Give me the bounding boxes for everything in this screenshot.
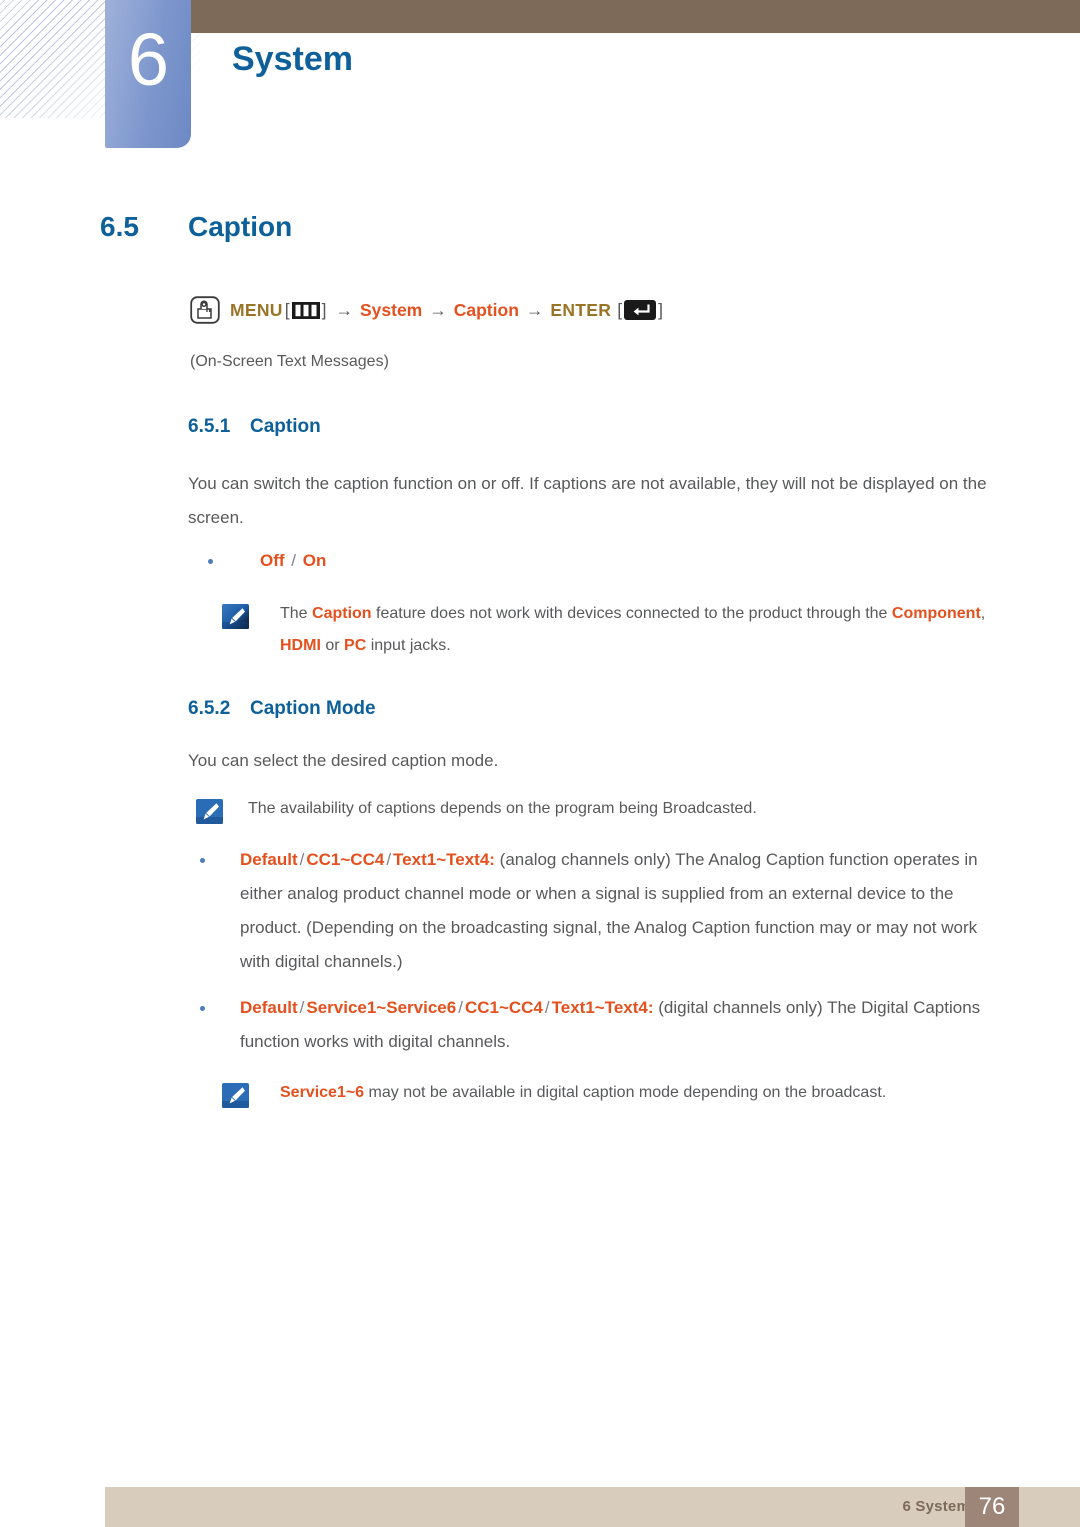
section-title: Caption	[188, 211, 293, 242]
bracket-open: [	[284, 300, 290, 320]
note-keyword-pc: PC	[344, 637, 367, 654]
menu-button-label: MENU	[230, 300, 283, 320]
keyword-default-2: Default	[240, 998, 298, 1017]
section-subcaption: (On-Screen Text Messages)	[190, 353, 389, 370]
note-seg: or	[320, 637, 345, 654]
subsection-number-651: 6.5.1	[188, 416, 231, 437]
note-keyword-caption: Caption	[312, 605, 372, 622]
keyword-text1text4-2: Text1~Text4	[551, 998, 648, 1017]
page-footer: 6 System 76	[105, 1487, 1080, 1527]
option-list-item-onoff: Off / On	[208, 544, 1008, 578]
path-step-caption: Caption	[453, 300, 519, 320]
keyword-default: Default	[240, 850, 298, 869]
kw-sep: /	[544, 998, 550, 1017]
note-text-3: Service1~6 may not be available in digit…	[280, 1084, 886, 1101]
note-block-service-availability: Service1~6 may not be available in digit…	[222, 1077, 1008, 1109]
menu-bars-icon	[291, 301, 320, 319]
kw-sep: /	[386, 850, 392, 869]
bullet-analog-caption: Default / CC1~CC4/Text1~Text4: (analog cha…	[200, 843, 1008, 979]
keyword-service1service6: Service1~Service6	[306, 998, 457, 1017]
note-text-2: The availability of captions depends on …	[248, 800, 757, 817]
footer-page-number: 76	[965, 1487, 1019, 1527]
chapter-number: 6	[127, 18, 169, 101]
note-pencil-icon	[222, 604, 249, 629]
page-header: 6 System	[0, 0, 1080, 160]
keyword-text1text4: Text1~Text4	[393, 850, 490, 869]
subsection-number-652: 6.5.2	[188, 698, 231, 719]
note-block-availability: The availability of captions depends on …	[196, 793, 1008, 825]
menu-navigation-path: MENU [ ] → System → Caption → ENTER [ ]	[190, 296, 1080, 324]
path-arrow-3: →	[525, 300, 544, 320]
section-heading: 6.5 Caption	[100, 210, 1080, 244]
page-content: 6.5 Caption MENU [ ] → System → Caption …	[0, 160, 1080, 1109]
paragraph-652: You can select the desired caption mode.	[188, 751, 499, 770]
kw-sep: /	[458, 998, 463, 1017]
path-arrow-2: →	[429, 300, 447, 320]
note-pencil-icon	[222, 1083, 249, 1108]
bracket-close: ]	[321, 300, 327, 320]
subsection-heading-652: 6.5.2 Caption Mode	[188, 696, 1080, 722]
keyword-cc1cc4: CC1~CC4	[306, 850, 385, 869]
note-block-caption-devices: The Caption feature does not work with d…	[222, 598, 1008, 662]
path-arrow-1: →	[335, 300, 353, 320]
section-number: 6.5	[100, 211, 139, 242]
note-seg: may not be available in digital caption …	[364, 1084, 887, 1101]
note-seg: feature does not work with devices conne…	[371, 605, 892, 622]
note-keyword-service16: Service1~6	[280, 1084, 365, 1101]
hand-press-icon	[190, 296, 220, 324]
subsection-title-651: Caption	[250, 416, 321, 437]
note-keyword-hdmi: HDMI	[280, 637, 321, 654]
enter-button-label: ENTER	[550, 300, 612, 320]
path-step-system: System	[359, 300, 423, 320]
enter-key-icon	[624, 300, 657, 320]
header-brown-bar	[190, 0, 1080, 33]
subsection-title-652: Caption Mode	[250, 698, 376, 719]
note-pencil-icon	[196, 799, 223, 824]
bracket-close-2: ]	[658, 300, 663, 320]
option-off: Off	[260, 551, 285, 570]
note-seg: input jacks.	[366, 637, 451, 654]
bullet-digital-caption: Default / Service1~Service6/CC1~CC4/Text1~…	[200, 991, 1008, 1059]
footer-chapter-label: 6 System	[902, 1498, 970, 1515]
bracket-open-2: [	[617, 300, 623, 320]
subsection-heading-651: 6.5.1 Caption	[188, 414, 1080, 440]
option-separator: /	[291, 551, 297, 570]
keyword-cc1cc4-2: CC1~CC4	[464, 998, 543, 1017]
note-seg: ,	[980, 605, 986, 622]
chapter-title: System	[232, 40, 353, 78]
paragraph-651: You can switch the caption function on o…	[188, 474, 987, 527]
note-seg: The	[280, 605, 313, 622]
note-text-1: The Caption feature does not work with d…	[280, 605, 985, 654]
option-on: On	[302, 551, 327, 570]
note-keyword-component: Component	[891, 605, 981, 622]
